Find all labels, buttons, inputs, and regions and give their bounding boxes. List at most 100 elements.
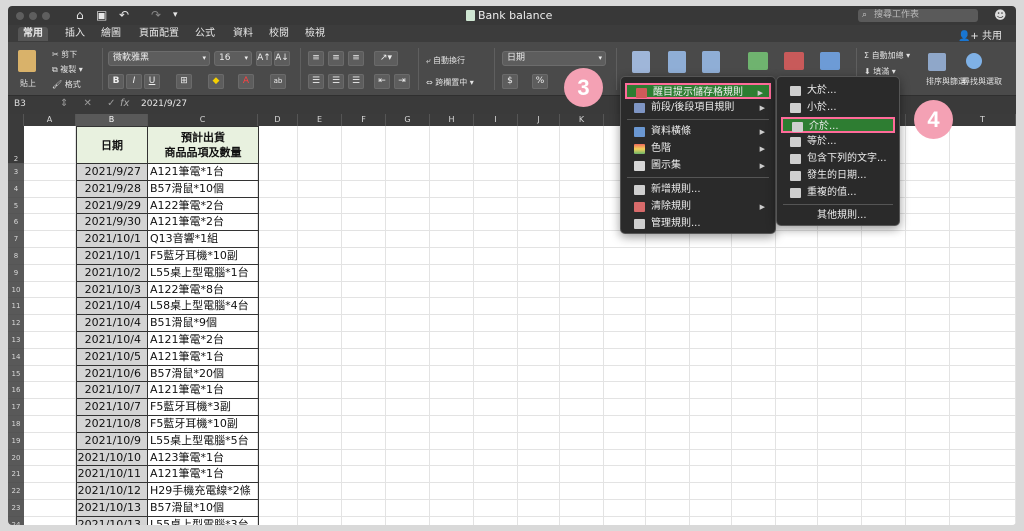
increase-font-button[interactable]: A↑ xyxy=(256,51,272,66)
wrap-text-button[interactable]: ⤶ 自動換行 xyxy=(426,55,465,66)
search-sheet-input[interactable]: ⌕ 搜尋工作表 xyxy=(858,9,978,22)
tab-data[interactable]: 資料 xyxy=(228,27,258,41)
cell-item[interactable]: F5藍牙耳機*10副 xyxy=(148,416,259,433)
cell-date[interactable]: 2021/9/30 xyxy=(76,214,148,232)
row-header-15[interactable]: 15 xyxy=(8,365,24,383)
decrease-indent-button[interactable]: ⇤ xyxy=(374,74,390,89)
underline-button[interactable]: U xyxy=(144,74,160,89)
menu-item-text-contains[interactable]: 包含下列的文字... xyxy=(781,151,895,167)
row-header-19[interactable]: 19 xyxy=(8,432,24,450)
menu-item-top-bottom-rules[interactable]: 前段/後段項目規則 ▶ xyxy=(625,100,771,116)
paste-icon[interactable] xyxy=(18,50,36,72)
row-header-14[interactable]: 14 xyxy=(8,348,24,366)
menu-item-more-rules[interactable]: 其他規則... xyxy=(781,208,895,224)
row-header-12[interactable]: 12 xyxy=(8,315,24,332)
column-header-j[interactable]: J xyxy=(518,114,560,126)
column-header-h[interactable]: H xyxy=(430,114,474,126)
menu-item-icon-sets[interactable]: 圖示集 ▶ xyxy=(625,158,771,174)
tab-page-layout[interactable]: 頁面配置 xyxy=(134,27,184,41)
column-header-e[interactable]: E xyxy=(298,114,342,126)
cell-item[interactable]: A121筆電*1台 xyxy=(148,164,259,181)
percent-button[interactable]: % xyxy=(532,74,548,89)
font-name-select[interactable]: 微軟雅黑 ▾ xyxy=(108,51,210,66)
row-header-17[interactable]: 17 xyxy=(8,399,24,416)
row-header-18[interactable]: 18 xyxy=(8,416,24,433)
column-header-g[interactable]: G xyxy=(386,114,430,126)
formula-value[interactable]: 2021/9/27 xyxy=(141,99,187,109)
tab-view[interactable]: 檢視 xyxy=(300,27,330,41)
account-icon[interactable]: ☻ xyxy=(994,8,1007,22)
column-header-d[interactable]: D xyxy=(258,114,298,126)
cell-item[interactable]: A121筆電*1台 xyxy=(148,348,259,366)
row-header-22[interactable]: 22 xyxy=(8,483,24,500)
increase-indent-button[interactable]: ⇥ xyxy=(394,74,410,89)
cell-item[interactable]: H29手機充電線*2條 xyxy=(148,483,259,500)
table-header-item[interactable]: 預計出貨 商品品項及數量 xyxy=(147,126,259,164)
cell-item[interactable]: A122筆電*2台 xyxy=(148,197,259,215)
row-header-5[interactable]: 5 xyxy=(8,197,24,215)
align-top-button[interactable]: ≡ xyxy=(308,51,324,66)
cell-date[interactable]: 2021/10/7 xyxy=(76,382,148,400)
cell-item[interactable]: A122筆電*8台 xyxy=(148,281,259,299)
select-all-corner[interactable] xyxy=(8,114,24,126)
column-header-i[interactable]: I xyxy=(474,114,518,126)
cell-date[interactable]: 2021/10/1 xyxy=(76,248,148,265)
cell-item[interactable]: A121筆電*2台 xyxy=(148,332,259,349)
align-center-button[interactable]: ☰ xyxy=(328,74,344,89)
menu-item-data-bars[interactable]: 資料橫條 ▶ xyxy=(625,124,771,140)
cell-item[interactable]: A121筆電*2台 xyxy=(148,214,259,232)
cell-date[interactable]: 2021/10/5 xyxy=(76,348,148,366)
cell-date[interactable]: 2021/10/10 xyxy=(76,449,148,467)
column-header-t[interactable]: T xyxy=(950,114,1016,126)
function-icon[interactable]: fx xyxy=(120,98,129,109)
decrease-font-button[interactable]: A↓ xyxy=(274,51,290,66)
menu-item-duplicate-values[interactable]: 重複的值... xyxy=(781,185,895,201)
cell-date[interactable]: 2021/10/9 xyxy=(76,432,148,450)
name-box[interactable]: B3 xyxy=(14,99,26,109)
cell-date[interactable]: 2021/10/6 xyxy=(76,365,148,383)
align-right-button[interactable]: ☰ xyxy=(348,74,364,89)
menu-item-manage-rules[interactable]: 管理規則... xyxy=(625,216,771,232)
row-header-16[interactable]: 16 xyxy=(8,382,24,400)
menu-item-clear-rules[interactable]: 清除規則 ▶ xyxy=(625,199,771,215)
cell-date[interactable]: 2021/9/27 xyxy=(76,164,148,181)
row-header-7[interactable]: 7 xyxy=(8,231,24,248)
fill-color-button[interactable]: ◆ xyxy=(208,74,224,89)
column-header-f[interactable]: F xyxy=(342,114,386,126)
cell-date[interactable]: 2021/10/2 xyxy=(76,264,148,282)
align-left-button[interactable]: ☰ xyxy=(308,74,324,89)
menu-item-between[interactable]: 介於... xyxy=(781,117,895,133)
menu-item-greater-than[interactable]: 大於... xyxy=(781,83,895,99)
row-header-8[interactable]: 8 xyxy=(8,248,24,265)
share-button[interactable]: 👤+ 共用 xyxy=(958,27,1002,42)
row-header-3[interactable]: 3 xyxy=(8,164,24,181)
cell-item[interactable]: Q13音響*1組 xyxy=(148,231,259,248)
cell-date[interactable]: 2021/9/28 xyxy=(76,180,148,198)
row-header-11[interactable]: 11 xyxy=(8,298,24,316)
row-header-6[interactable]: 6 xyxy=(8,214,24,232)
find-icon[interactable] xyxy=(966,53,982,69)
cell-item[interactable]: A123筆電*1台 xyxy=(148,449,259,467)
menu-item-date-occurring[interactable]: 發生的日期... xyxy=(781,168,895,184)
cell-item[interactable]: L55桌上型電腦*5台 xyxy=(148,432,259,450)
cell-date[interactable]: 2021/10/11 xyxy=(76,466,148,484)
menu-item-color-scales[interactable]: 色階 ▶ xyxy=(625,141,771,157)
menu-item-equal-to[interactable]: 等於... xyxy=(781,134,895,150)
align-middle-button[interactable]: ≡ xyxy=(328,51,344,66)
tab-insert[interactable]: 插入 xyxy=(60,27,90,41)
cell-date[interactable]: 2021/10/8 xyxy=(76,416,148,433)
customize-toolbar-icon[interactable]: ▾ xyxy=(173,10,178,20)
cell-item[interactable]: A121筆電*1台 xyxy=(148,466,259,484)
column-header-a[interactable]: A xyxy=(24,114,76,126)
save-icon[interactable]: ▣ xyxy=(96,8,107,22)
cell-item[interactable]: A121筆電*1台 xyxy=(148,382,259,400)
cell-item[interactable]: F5藍牙耳機*3副 xyxy=(148,399,259,416)
cell-item[interactable]: B57滑鼠*10個 xyxy=(148,500,259,517)
cell-date[interactable]: 2021/10/7 xyxy=(76,399,148,416)
orientation-button[interactable]: ↗▾ xyxy=(374,51,398,66)
cell-item[interactable]: F5藍牙耳機*10副 xyxy=(148,248,259,265)
row-header-24[interactable]: 24 xyxy=(8,516,24,525)
cell-item[interactable]: B57滑鼠*20個 xyxy=(148,365,259,383)
autosum-button[interactable]: Σ 自動加總 ▾ xyxy=(864,50,910,61)
cell-item[interactable]: L58桌上型電腦*4台 xyxy=(148,298,259,316)
